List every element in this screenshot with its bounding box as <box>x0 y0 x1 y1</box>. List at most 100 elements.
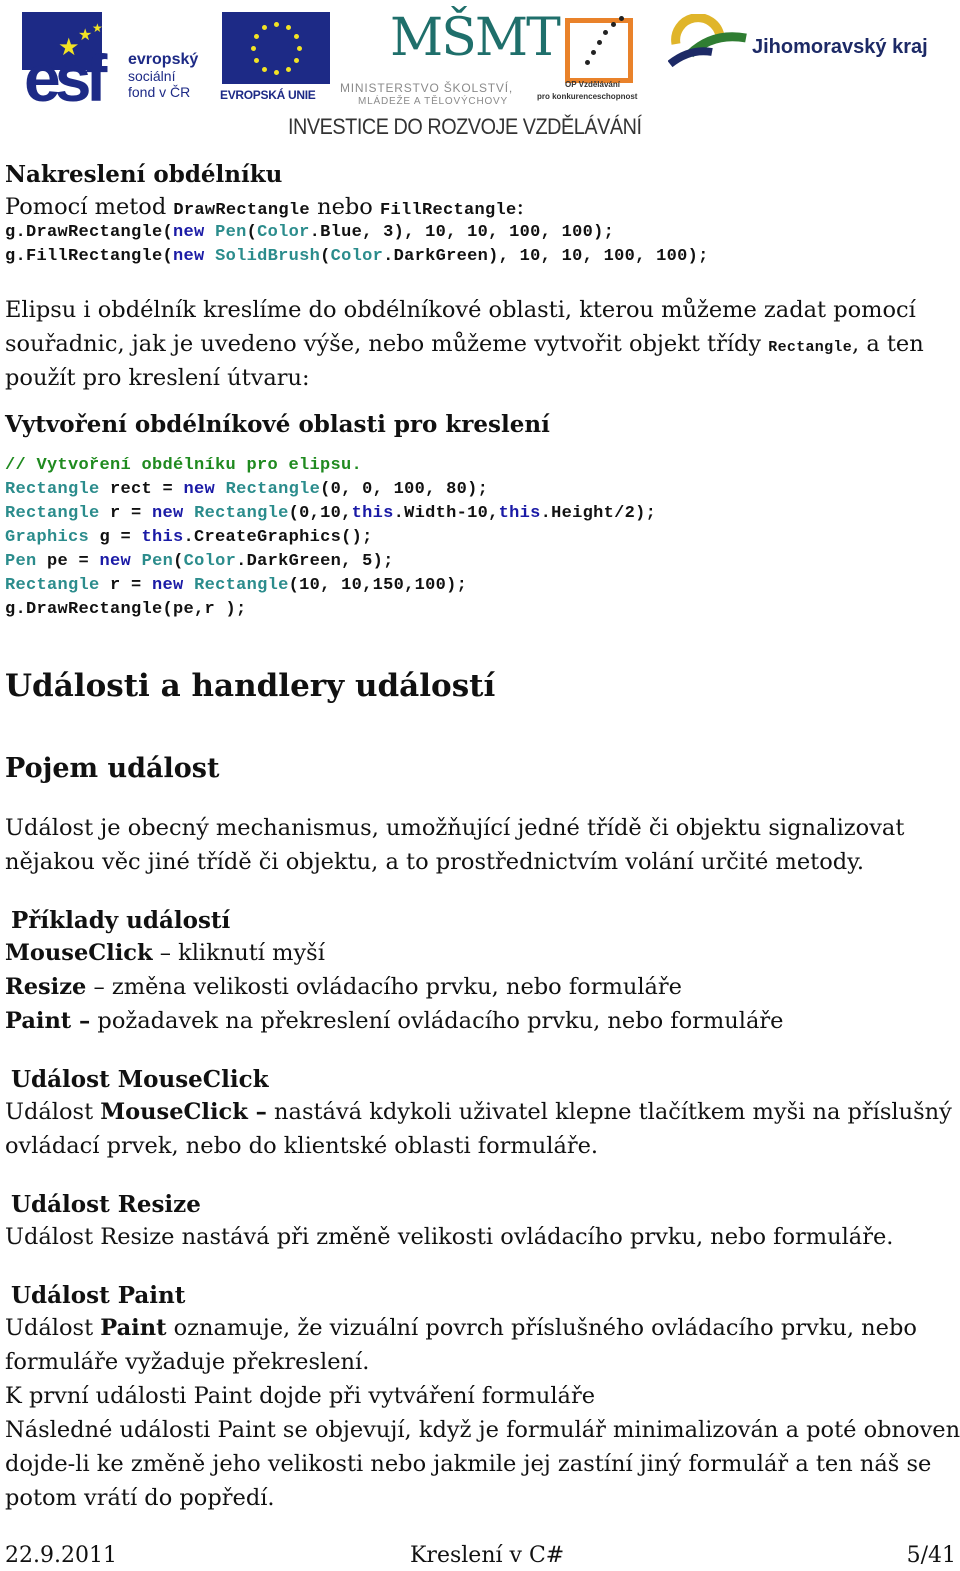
resize-line1: Událost Resize nastává při změně velikos… <box>5 1224 894 1250</box>
paint-line5: dojde-li ke změně jeho velikosti nebo ja… <box>5 1451 932 1477</box>
code-type: Color <box>330 247 384 266</box>
eu-star <box>286 67 291 72</box>
code-text: g.DrawRectangle(pe,r ); <box>5 600 247 619</box>
esf-logo: ★ ★ ★ esf evropský sociální fond v ČR <box>22 12 212 111</box>
op-dot <box>619 16 624 21</box>
mouseclick-line1: Událost MouseClick – nastává kdykoli uži… <box>5 1099 952 1125</box>
heading-create-area: Vytvoření obdélníkové oblasti pro kresle… <box>5 411 550 438</box>
eu-star <box>294 58 299 63</box>
op-dot <box>591 50 596 55</box>
code-keyword: new <box>173 223 205 242</box>
code-text: rect = <box>99 480 184 499</box>
code-keyword: new <box>152 504 184 523</box>
code-type: Rectangle <box>5 576 100 595</box>
code-keyword: new <box>152 576 184 595</box>
esf-text: evropský sociální fond v ČR <box>128 51 199 101</box>
eu-logo: EVROPSKÁ UNIE <box>220 12 330 102</box>
paint-line4: Následné události Paint se objevují, kdy… <box>5 1417 960 1443</box>
code-text: pe = <box>36 552 100 571</box>
code-keyword: new <box>183 480 216 499</box>
text: nastává kdykoli uživatel klepne tlačítke… <box>266 1099 952 1125</box>
msmt-line1: MINISTERSTVO ŠKOLSTVÍ, <box>340 81 513 95</box>
intro-mid: nebo <box>309 194 380 220</box>
heading-paint: Událost Paint <box>11 1282 186 1309</box>
footer-date: 22.9.2011 <box>5 1543 117 1568</box>
text: souřadnic, jak je uvedeno výše, nebo můž… <box>5 331 769 357</box>
code-line-fill: g.FillRectangle(new SolidBrush(Color.Dar… <box>5 247 709 266</box>
heading-mouseclick: Událost MouseClick <box>11 1066 269 1093</box>
op-line1: OP Vzdělávání <box>565 80 620 89</box>
event-name: Resize <box>5 974 87 1000</box>
event-example: Paint – požadavek na překreslení ovládac… <box>5 1008 783 1034</box>
code-line-draw: g.DrawRectangle(new Pen(Color.Blue, 3), … <box>5 223 614 242</box>
esf-line3: fond v ČR <box>128 84 191 100</box>
paint-line1: Událost Paint oznamuje, že vizuální povr… <box>5 1315 917 1341</box>
eu-star <box>262 25 267 30</box>
code-type: Color <box>257 223 310 242</box>
eu-star <box>274 22 279 27</box>
intro-method-draw: DrawRectangle <box>173 201 310 220</box>
eu-star <box>262 67 267 72</box>
jmk-label: Jihomoravský kraj <box>752 36 928 58</box>
code-type: Pen <box>141 552 174 571</box>
heading-event-concept: Pojem událost <box>5 753 220 784</box>
code-line: Rectangle r = new Rectangle(0,10,this.Wi… <box>5 504 656 523</box>
paint-line2: formuláře vyžaduje překreslení. <box>5 1349 370 1375</box>
heading-draw-rectangle: Nakreslení obdélníku <box>5 161 283 188</box>
esf-line1: evropský <box>128 51 199 68</box>
code-text: ( <box>320 247 331 266</box>
code-text: .Height/2); <box>540 504 657 523</box>
op-dot <box>597 40 602 45</box>
op-dot <box>611 22 616 27</box>
ellipse-paragraph-line1: Elipsu i obdélník kreslíme do obdélníkov… <box>5 297 916 323</box>
code-line: Graphics g = this.CreateGraphics(); <box>5 528 373 547</box>
event-desc: – změna velikosti ovládacího prvku, nebo… <box>86 974 682 1000</box>
text: oznamuje, že vizuální povrch příslušného… <box>166 1315 917 1341</box>
code-text: r = <box>99 576 153 595</box>
code-line: Pen pe = new Pen(Color.DarkGreen, 5); <box>5 552 394 571</box>
code-line: Rectangle rect = new Rectangle(0, 0, 100… <box>5 480 488 499</box>
code-keyword: this <box>141 528 184 547</box>
event-name: Paint – <box>5 1008 91 1034</box>
op-line2: pro konkurenceschopnost <box>537 92 638 101</box>
event-desc: požadavek na překreslení ovládacího prvk… <box>90 1008 784 1034</box>
code-text: .DarkGreen, 5); <box>236 552 394 571</box>
code-comment: // Vytvoření obdélníku pro elipsu. <box>5 456 363 475</box>
code-text: g.DrawRectangle( <box>5 223 174 242</box>
code-type: SolidBrush <box>215 247 321 266</box>
event-name: Paint <box>100 1315 167 1341</box>
code-text: .CreateGraphics(); <box>183 528 373 547</box>
footer-page-number: 5/41 <box>906 1543 956 1568</box>
intro-suffix: : <box>516 194 525 220</box>
eu-label: EVROPSKÁ UNIE <box>220 88 316 102</box>
op-dot <box>585 60 590 65</box>
code-text: ( <box>246 223 258 242</box>
code-type: Rectangle <box>5 480 100 499</box>
code-keyword: new <box>173 247 205 266</box>
header-tagline: INVESTICE DO ROZVOJE VZDĚLÁVÁNÍ <box>288 114 642 139</box>
msmt-mark: MŠMT <box>390 8 561 68</box>
code-keyword: new <box>99 552 132 571</box>
code-text: (10, 10,150,100); <box>288 576 468 595</box>
event-example: MouseClick – kliknutí myší <box>5 940 325 966</box>
code-text: r = <box>99 504 153 523</box>
code-type: Graphics <box>5 528 90 547</box>
code-type: Rectangle <box>225 480 321 499</box>
code-text: .Blue, 3), 10, 10, 100, 100); <box>309 223 615 242</box>
eu-star <box>274 70 279 75</box>
msmt-logo: MŠMT MINISTERSTVO ŠKOLSTVÍ, MLÁDEŽE A TĚ… <box>340 8 561 108</box>
code-type: Color <box>183 552 237 571</box>
intro-prefix: Pomocí metod <box>5 194 174 220</box>
eu-star <box>297 46 302 51</box>
eu-star <box>254 58 259 63</box>
code-keyword: this <box>498 504 541 523</box>
op-dot <box>603 30 608 35</box>
concept-line1: Událost je obecný mechanismus, umožňujíc… <box>5 815 905 841</box>
ellipse-paragraph-line2: souřadnic, jak je uvedeno výše, nebo můž… <box>5 331 924 357</box>
event-example: Resize – změna velikosti ovládacího prvk… <box>5 974 682 1000</box>
op-logo: OP Vzdělávání pro konkurenceschopnost <box>535 10 660 105</box>
